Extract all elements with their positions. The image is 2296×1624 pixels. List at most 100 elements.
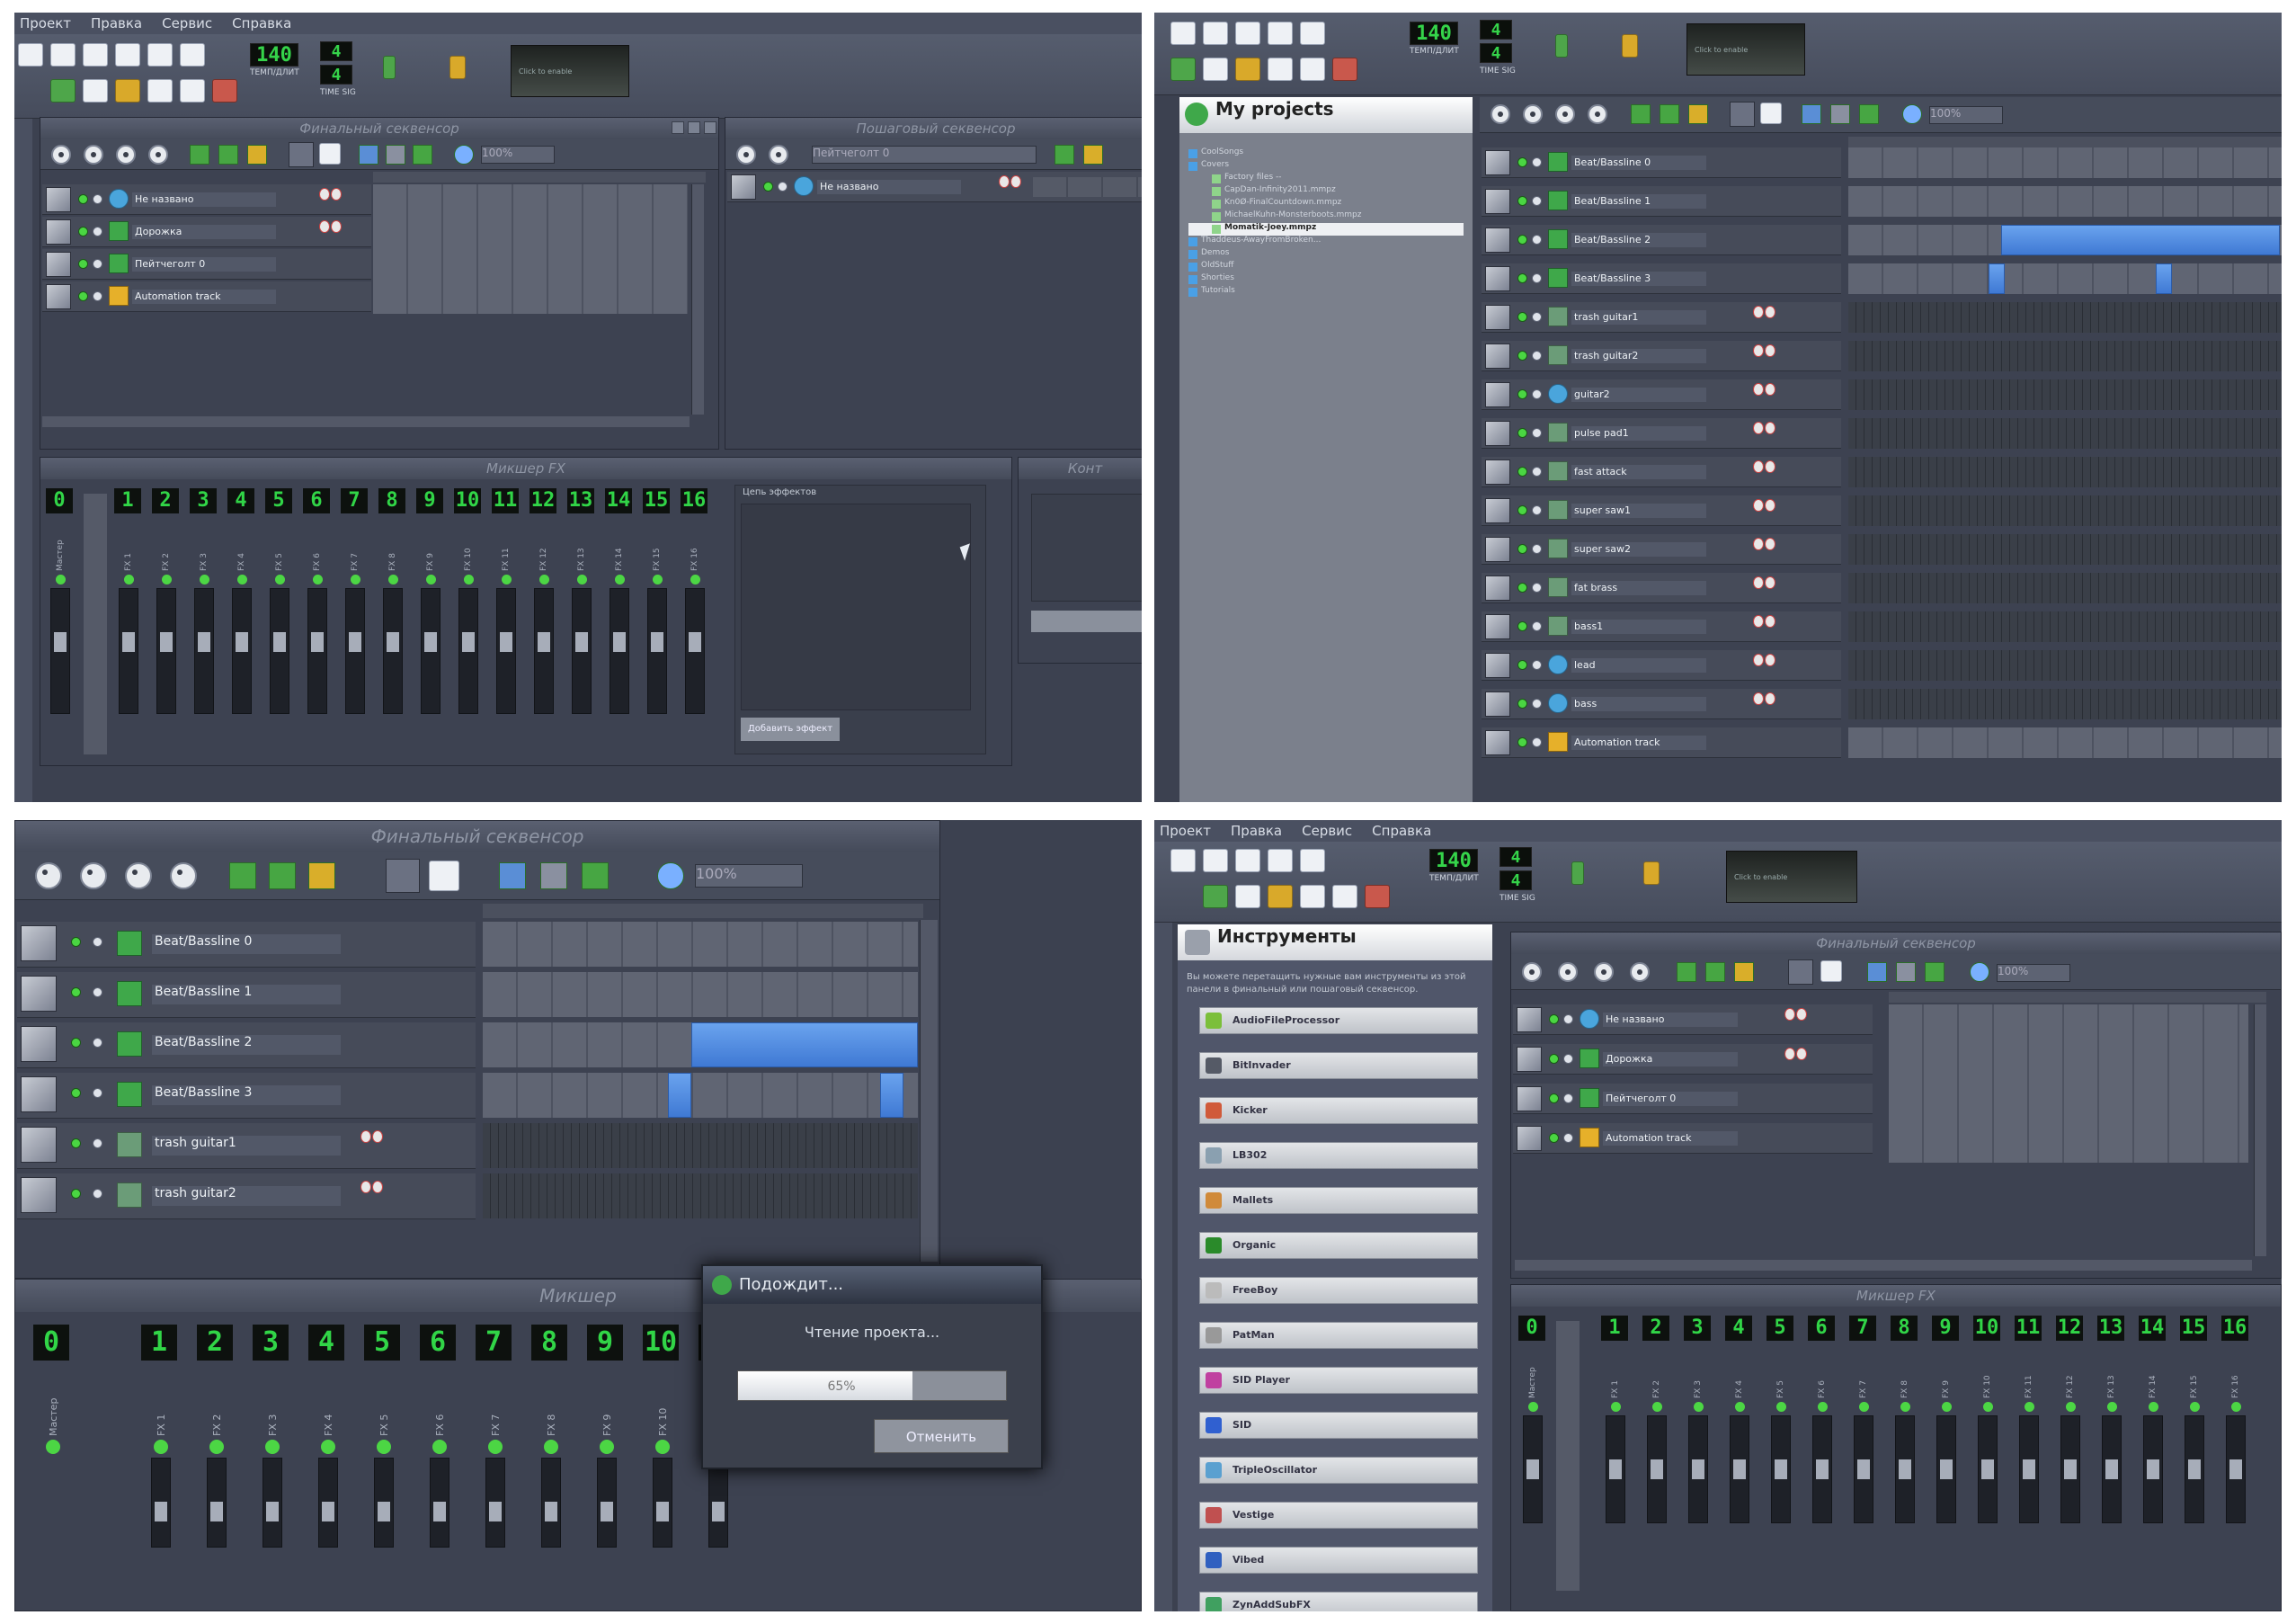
volume-pan-knobs[interactable] <box>359 1181 384 1204</box>
track-name[interactable]: fat brass <box>1571 581 1706 595</box>
mixer-channel[interactable]: 11 FX 11 <box>492 488 521 718</box>
track-settings-icon[interactable] <box>1517 1126 1542 1151</box>
mute-led[interactable] <box>1517 428 1527 438</box>
solo-led[interactable] <box>1532 583 1542 593</box>
volume-pan-knobs[interactable] <box>1751 576 1776 600</box>
channel-led[interactable] <box>55 575 66 584</box>
pattern-block[interactable] <box>2001 225 2280 255</box>
draw-mode-icon[interactable] <box>289 142 314 167</box>
mixer-channel[interactable]: 6 FX 6 <box>303 488 332 718</box>
mute-led[interactable] <box>1517 544 1527 554</box>
edit-mode-icon[interactable] <box>1760 103 1782 124</box>
channel-led[interactable] <box>265 1440 280 1454</box>
track-row[interactable]: Beat/Bassline 3 <box>1482 263 1841 294</box>
track-name[interactable]: Beat/Bassline 3 <box>1571 272 1706 286</box>
track-settings-icon[interactable] <box>1517 1047 1542 1072</box>
autoscroll-icon[interactable] <box>582 862 609 889</box>
remove-bar-icon[interactable] <box>1896 962 1916 982</box>
channel-fader[interactable] <box>534 588 554 714</box>
record-button[interactable] <box>1555 104 1575 124</box>
add-pattern-icon[interactable] <box>1055 145 1074 165</box>
track-settings-icon[interactable] <box>1485 266 1510 291</box>
add-controller-button[interactable] <box>1031 611 1142 632</box>
track-settings-icon[interactable] <box>21 976 57 1012</box>
oscilloscope[interactable]: Click to enable <box>1686 23 1805 76</box>
export-button[interactable] <box>180 43 205 67</box>
mixer-channel[interactable]: 10 FX 10 <box>1973 1316 2002 1527</box>
remove-bar-icon[interactable] <box>386 145 405 165</box>
channel-fader[interactable] <box>151 1458 171 1548</box>
mute-led[interactable] <box>71 986 81 997</box>
track-name[interactable]: Beat/Bassline 1 <box>152 985 341 1004</box>
mute-led[interactable] <box>1517 621 1527 631</box>
stop-button[interactable] <box>80 862 107 889</box>
track-name[interactable]: Не названо <box>132 192 276 207</box>
volume-pan-knobs[interactable] <box>997 175 1022 199</box>
channel-fader[interactable] <box>496 588 516 714</box>
mute-led[interactable] <box>78 259 88 269</box>
tempo-display[interactable]: 140 <box>1429 849 1478 872</box>
track-name[interactable]: trash guitar2 <box>152 1186 341 1206</box>
mixer-channel[interactable]: 12 FX 12 <box>2056 1316 2085 1527</box>
autoscroll-icon[interactable] <box>413 145 432 165</box>
time-sig-numerator[interactable]: 4 <box>1480 20 1512 40</box>
solo-led[interactable] <box>93 1037 102 1048</box>
mixer-channel[interactable]: 1 FX 1 <box>141 1325 181 1551</box>
add-sample-track-icon[interactable] <box>1705 962 1725 982</box>
save-project-button[interactable] <box>1300 22 1325 45</box>
track-settings-icon[interactable] <box>1485 653 1510 678</box>
tree-file-item[interactable]: MichaelKuhn-Monsterboots.mmpz <box>1188 210 1464 223</box>
instrument-plugin-item[interactable]: Mallets <box>1199 1187 1478 1214</box>
solo-led[interactable] <box>93 1087 102 1098</box>
track-name[interactable]: Beat/Bassline 2 <box>1571 233 1706 247</box>
mixer-channel[interactable]: 1 FX 1 <box>114 488 143 718</box>
recent-projects-button[interactable] <box>115 43 140 67</box>
instrument-plugin-item[interactable]: BitInvader <box>1199 1052 1478 1079</box>
mute-led[interactable] <box>71 1037 81 1048</box>
time-sig-numerator[interactable]: 4 <box>320 41 352 61</box>
channel-fader[interactable] <box>374 1458 394 1548</box>
add-automation-track-icon[interactable] <box>247 145 267 165</box>
solo-led[interactable] <box>1563 1133 1573 1143</box>
menu-edit[interactable]: Правка <box>91 15 142 31</box>
add-bar-icon[interactable] <box>499 862 526 889</box>
track-pattern-lane[interactable] <box>1848 495 2282 526</box>
new-project-button[interactable] <box>1170 849 1196 872</box>
track-pattern-lane[interactable] <box>1848 457 2282 487</box>
tree-folder-item[interactable]: Thaddeus-AwayFromBroken... <box>1188 236 1464 248</box>
channel-led[interactable] <box>154 1440 168 1454</box>
channel-fader[interactable] <box>1523 1415 1543 1523</box>
channel-fader[interactable] <box>207 1458 227 1548</box>
channel-fader[interactable] <box>1606 1415 1625 1523</box>
volume-pan-knobs[interactable] <box>1751 383 1776 406</box>
solo-led[interactable] <box>1532 157 1542 167</box>
mixer-channel[interactable]: 6 FX 6 <box>420 1325 459 1551</box>
mixer-channel[interactable]: 1 FX 1 <box>1601 1316 1630 1527</box>
tree-file-item[interactable]: Momatik-Joey.mmpz <box>1188 223 1464 236</box>
open-project-button[interactable] <box>1235 22 1260 45</box>
time-sig-numerator[interactable]: 4 <box>1500 847 1532 867</box>
track-row[interactable]: fast attack <box>1482 457 1841 487</box>
add-sample-track-icon[interactable] <box>218 145 238 165</box>
track-pattern-lane[interactable] <box>483 1123 918 1168</box>
open-project-button[interactable] <box>1235 849 1260 872</box>
song-grid[interactable] <box>373 184 688 314</box>
maximize-button[interactable] <box>688 121 700 134</box>
channel-fader[interactable] <box>708 1458 728 1548</box>
solo-led[interactable] <box>1532 273 1542 283</box>
solo-led[interactable] <box>93 986 102 997</box>
mixer-channel[interactable]: 8 FX 8 <box>1891 1316 1919 1527</box>
add-beat-track-icon[interactable] <box>229 862 256 889</box>
piano-roll-toggle-icon[interactable] <box>1268 58 1293 81</box>
tree-folder-item[interactable]: OldStuff <box>1188 261 1464 273</box>
channel-led[interactable] <box>1900 1402 1910 1412</box>
track-pattern-lane[interactable] <box>483 1073 918 1118</box>
channel-fader[interactable] <box>232 588 252 714</box>
track-pattern-lane[interactable] <box>1848 263 2282 294</box>
channel-fader[interactable] <box>1936 1415 1956 1523</box>
track-name[interactable]: Дорожка <box>132 225 276 239</box>
channel-fader[interactable] <box>1854 1415 1873 1523</box>
save-project-button[interactable] <box>1300 849 1325 872</box>
mixer-channel[interactable]: 10 FX 10 <box>454 488 483 718</box>
cancel-button[interactable]: Отменить <box>874 1419 1009 1453</box>
